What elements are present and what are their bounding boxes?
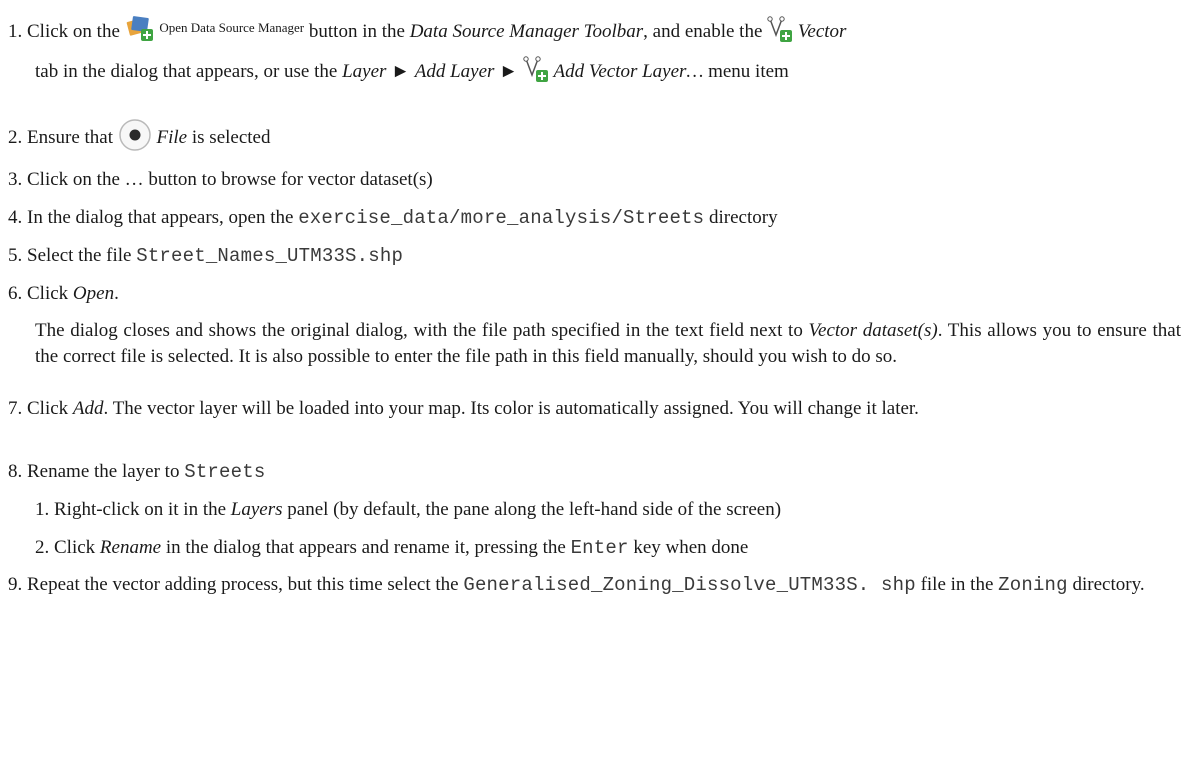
radio-button-icon xyxy=(118,118,152,165)
menu-arrow: ► xyxy=(391,61,410,82)
add-vector-layer-icon xyxy=(523,55,549,98)
step-4: 4. In the dialog that appears, open the … xyxy=(8,207,778,229)
menu-arrow: ► xyxy=(499,61,518,82)
code-key: Enter xyxy=(570,537,629,559)
substep-2: 2. Click Rename in the dialog that appea… xyxy=(35,537,749,559)
substep-1: 1. Right-click on it in the Layers panel… xyxy=(35,499,782,520)
step-9: 9. Repeat the vector adding process, but… xyxy=(8,574,1145,596)
code-path: exercise_data/more_analysis/Streets xyxy=(298,207,705,229)
code-directory: Zoning xyxy=(998,574,1068,596)
step-5: 5. Select the file Street_Names_UTM33S.s… xyxy=(8,245,404,267)
step-6: 6. Click Open. xyxy=(8,283,119,304)
code-layer-name: Streets xyxy=(184,461,266,483)
step-1-continued: tab in the dialog that appears, or use t… xyxy=(35,52,1183,98)
explanation-paragraph: The dialog closes and shows the original… xyxy=(35,320,1182,367)
step-2: 2. Ensure that File is selected xyxy=(8,118,1183,165)
step-3: 3. Click on the … button to browse for v… xyxy=(8,169,433,190)
code-filename: Street_Names_UTM33S.shp xyxy=(136,245,404,267)
code-filename: Generalised_Zoning_Dissolve_UTM33S. shp xyxy=(463,574,916,596)
step-7: 7. Click Add. The vector layer will be l… xyxy=(8,398,919,419)
instructions-page: 1. Click on the Open Data Source Manager… xyxy=(0,0,1191,774)
step-8: 8. Rename the layer to Streets xyxy=(8,461,266,483)
step-1: 1. Click on the Open Data Source Manager… xyxy=(8,8,1183,58)
